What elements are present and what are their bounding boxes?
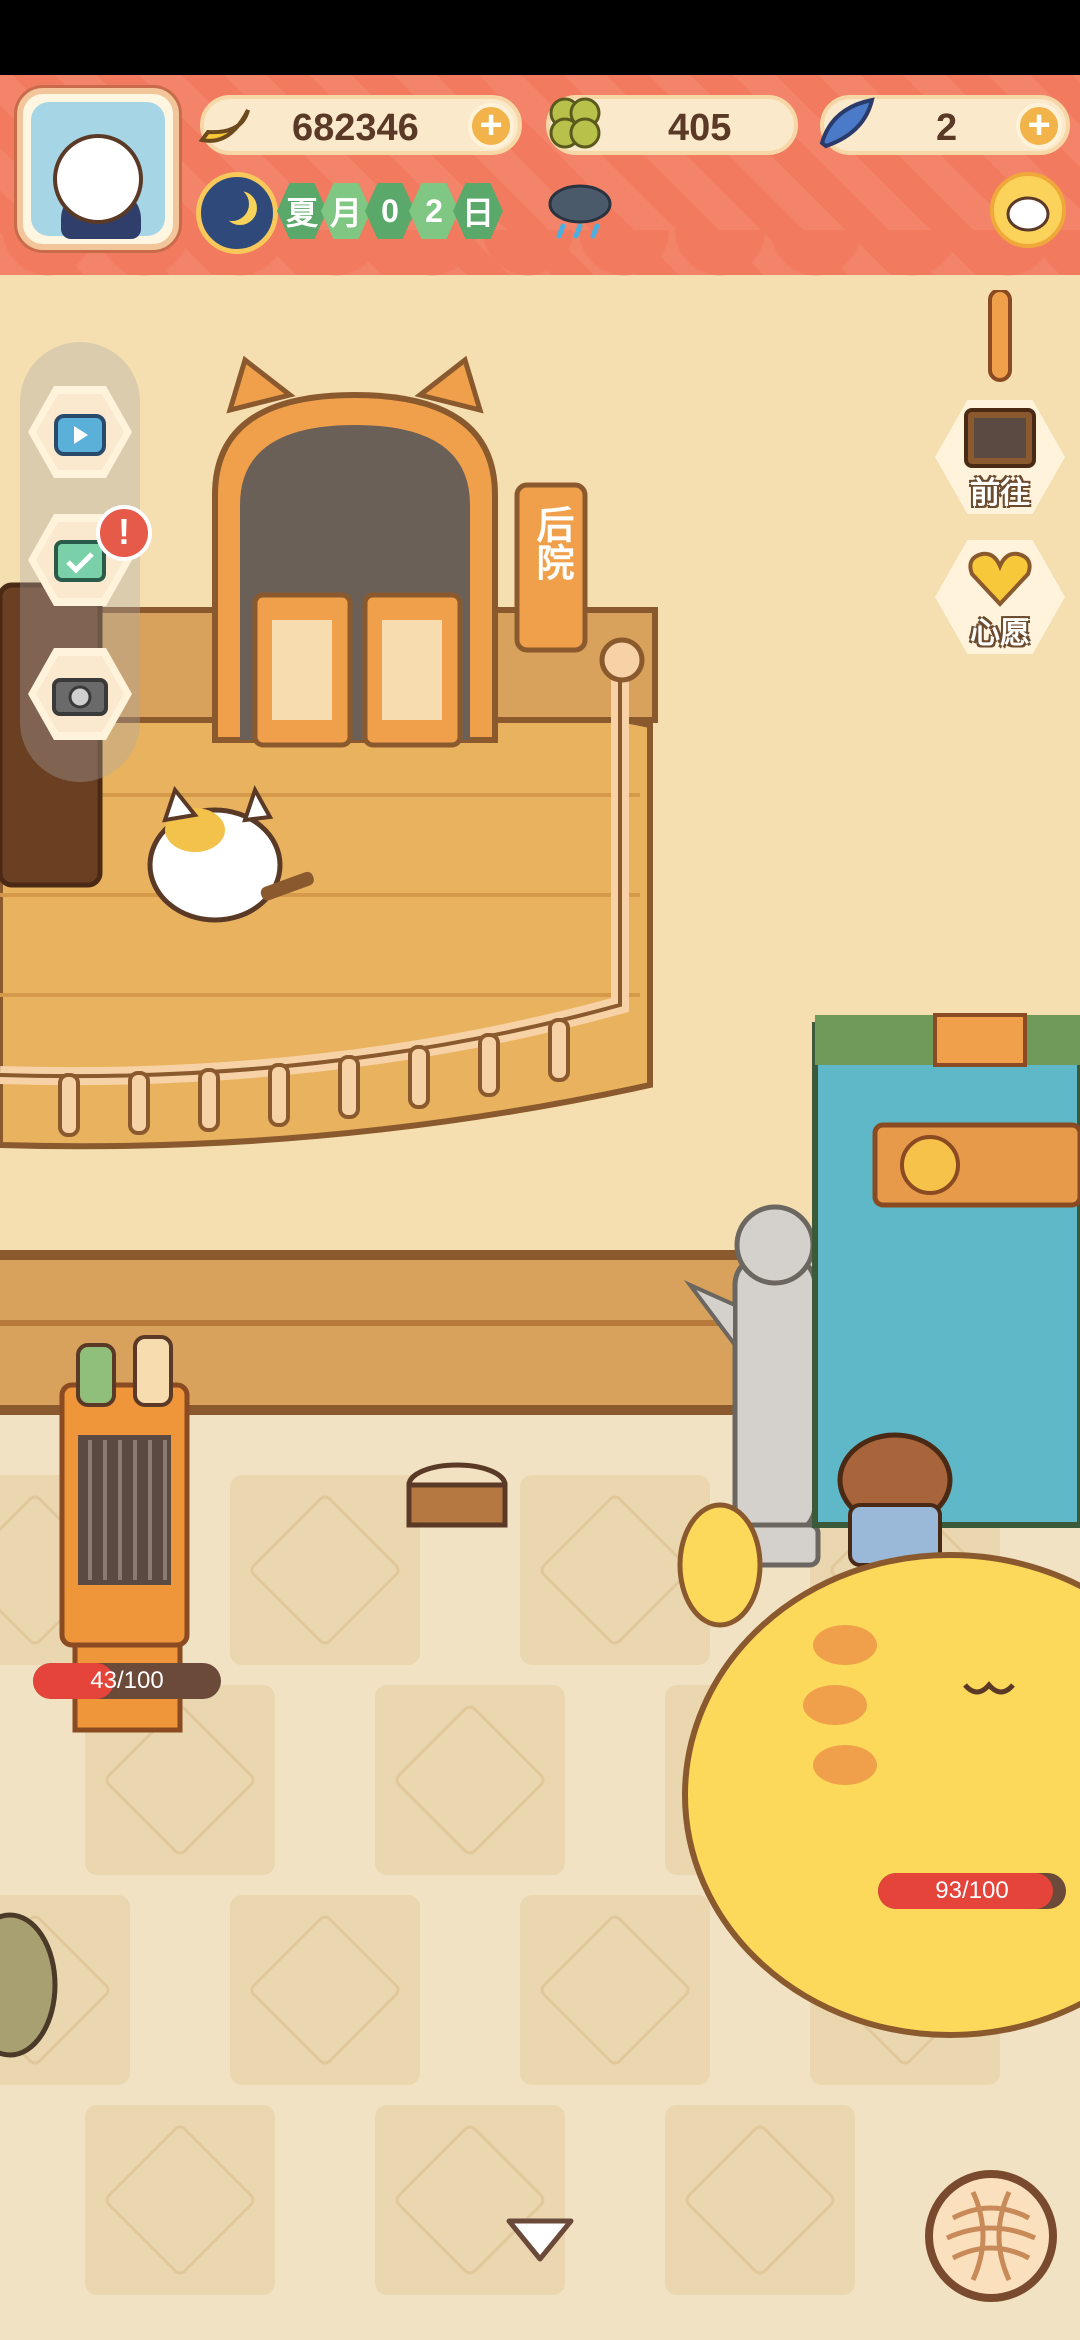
rain-cloud-icon[interactable] <box>543 180 617 246</box>
clover-count: 405 <box>668 107 732 149</box>
calendar-date[interactable]: 夏 月 0 2 日 <box>277 183 503 243</box>
date-chip: 2 <box>409 183 459 239</box>
cat-face-icon <box>1006 196 1050 232</box>
add-fish-button[interactable]: + <box>1016 103 1062 149</box>
floor-tile <box>665 2105 855 2295</box>
clover-icon <box>549 97 601 149</box>
banana-icon <box>198 109 250 143</box>
game-scene[interactable]: 后院 43/100 93/100 <box>0 75 1080 2340</box>
camera-icon <box>52 678 108 716</box>
add-banana-button[interactable]: + <box>468 103 514 149</box>
moon-time-icon[interactable] <box>196 172 278 254</box>
wish-label: 心愿 <box>970 617 1030 650</box>
status-bar <box>0 0 1080 75</box>
cat-menu-button[interactable] <box>990 172 1066 248</box>
room-objects <box>0 1013 1080 2058</box>
chevron-down-icon[interactable] <box>505 2215 575 2265</box>
date-chip: 日 <box>453 183 503 239</box>
wish-button[interactable]: 心愿 <box>935 540 1065 660</box>
yarn-ball-button[interactable] <box>925 2170 1057 2302</box>
tv-play-icon <box>54 414 106 456</box>
door-sign-label: 后院 <box>530 505 572 581</box>
hanging-lamp-icon <box>988 290 1012 382</box>
fish-count: 2 <box>936 107 958 149</box>
goto-button[interactable]: 前往 <box>935 400 1065 520</box>
alert-badge: ! <box>96 505 152 561</box>
yarn-ball-icon <box>945 2190 1037 2282</box>
date-chip: 月 <box>321 183 371 239</box>
date-chip: 夏 <box>277 183 327 239</box>
door-sign[interactable]: 后院 <box>517 505 585 581</box>
banana-count: 682346 <box>292 107 419 149</box>
stove-progress-bar: 43/100 <box>33 1663 221 1699</box>
date-chip: 0 <box>365 183 415 239</box>
floor-tile <box>375 2105 565 2295</box>
fish-icon <box>819 97 875 149</box>
player-avatar[interactable] <box>17 88 179 250</box>
cat-progress-bar: 93/100 <box>878 1873 1066 1909</box>
progress-text: 93/100 <box>935 1877 1009 1904</box>
goto-label: 前往 <box>970 477 1030 510</box>
floor-tile <box>85 2105 275 2295</box>
progress-text: 43/100 <box>90 1667 164 1694</box>
